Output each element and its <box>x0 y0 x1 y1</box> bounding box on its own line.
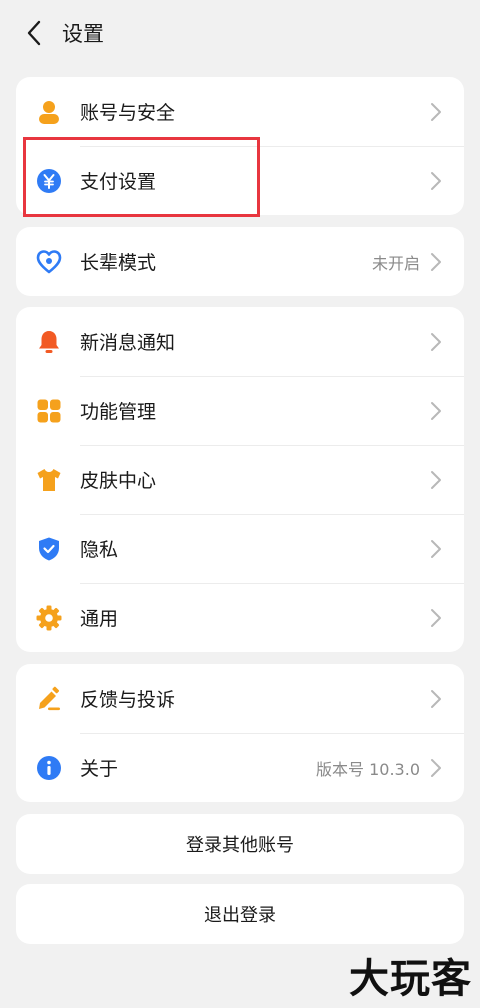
shield-icon <box>36 536 62 562</box>
chevron-right-icon <box>430 608 442 628</box>
bell-icon <box>36 329 62 355</box>
row-label: 新消息通知 <box>80 332 176 354</box>
chevron-right-icon <box>430 539 442 559</box>
row-general[interactable]: 通用 <box>16 583 464 652</box>
info-icon <box>36 755 62 781</box>
row-label: 隐私 <box>80 539 119 561</box>
row-label: 账号与安全 <box>80 102 176 124</box>
chevron-right-icon <box>430 252 442 272</box>
row-value: 版本号 10.3.0 <box>316 759 420 779</box>
yuan-icon <box>36 168 62 194</box>
row-payment-settings[interactable]: 支付设置 <box>16 146 464 215</box>
chevron-right-icon <box>430 102 442 122</box>
row-about[interactable]: 关于 版本号 10.3.0 <box>16 733 464 802</box>
row-label: 皮肤中心 <box>80 470 157 492</box>
chevron-right-icon <box>430 171 442 191</box>
chevron-right-icon <box>430 470 442 490</box>
settings-group-general: 新消息通知 功能管理 皮肤中心 隐私 通用 <box>16 307 464 652</box>
settings-group-support: 反馈与投诉 关于 版本号 10.3.0 <box>16 664 464 802</box>
row-feature-management[interactable]: 功能管理 <box>16 376 464 445</box>
top-bar: 设置 <box>0 0 480 66</box>
chevron-right-icon <box>430 401 442 421</box>
row-label: 功能管理 <box>80 401 157 423</box>
row-notifications[interactable]: 新消息通知 <box>16 307 464 376</box>
logout-button[interactable]: 退出登录 <box>16 884 464 944</box>
row-feedback[interactable]: 反馈与投诉 <box>16 664 464 733</box>
back-button[interactable] <box>16 15 52 51</box>
row-account-security[interactable]: 账号与安全 <box>16 77 464 146</box>
switch-account-button[interactable]: 登录其他账号 <box>16 814 464 874</box>
row-label: 关于 <box>80 758 119 780</box>
row-label: 反馈与投诉 <box>80 689 176 711</box>
chevron-right-icon <box>430 758 442 778</box>
settings-group-elder: 长辈模式 未开启 <box>16 227 464 296</box>
chevron-right-icon <box>430 332 442 352</box>
tshirt-icon <box>36 467 62 493</box>
watermark-logo: 大玩客 <box>349 955 472 1002</box>
user-icon <box>36 99 62 125</box>
heart-icon <box>36 249 62 275</box>
row-value: 未开启 <box>371 253 420 273</box>
pen-icon <box>36 686 62 712</box>
gear-icon <box>36 605 62 631</box>
row-label: 长辈模式 <box>80 252 157 274</box>
row-label: 通用 <box>80 608 119 630</box>
row-privacy[interactable]: 隐私 <box>16 514 464 583</box>
grid-icon <box>36 398 62 424</box>
page-title: 设置 <box>62 22 104 46</box>
chevron-right-icon <box>430 689 442 709</box>
row-label: 支付设置 <box>80 171 157 193</box>
row-skin-center[interactable]: 皮肤中心 <box>16 445 464 514</box>
settings-group-account: 账号与安全 支付设置 <box>16 77 464 215</box>
row-elder-mode[interactable]: 长辈模式 未开启 <box>16 227 464 296</box>
chevron-left-icon <box>27 20 41 46</box>
